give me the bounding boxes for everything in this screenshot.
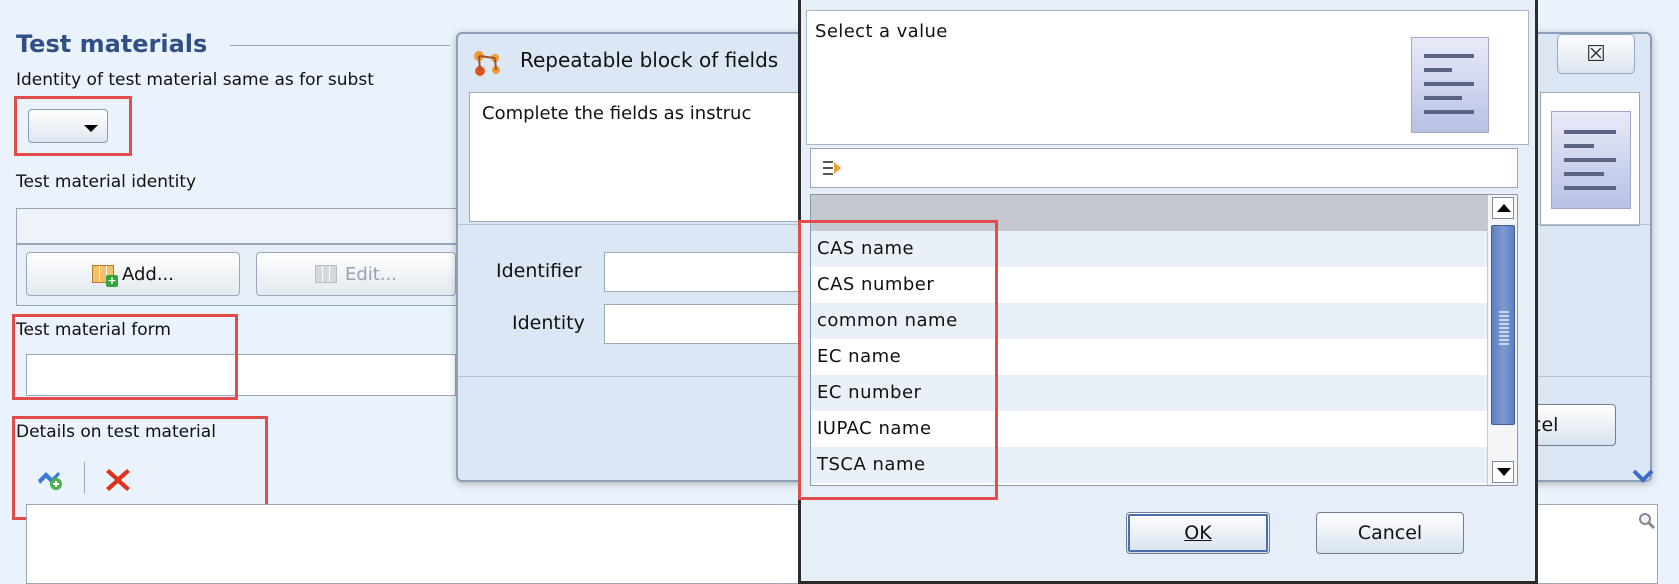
scroll-thumb[interactable]	[1491, 225, 1515, 425]
form-document-icon	[1411, 37, 1489, 133]
edit-button[interactable]: Edit...	[256, 252, 456, 296]
repeatable-dialog-title: Repeatable block of fields	[520, 48, 779, 72]
section-title: Test materials	[16, 30, 208, 58]
close-button[interactable]: ☒	[1557, 34, 1635, 74]
list-scrollbar[interactable]	[1487, 195, 1517, 485]
highlight-box-options	[798, 220, 998, 500]
identifier-label: Identifier	[496, 260, 582, 282]
section-divider	[230, 45, 450, 46]
add-grid-icon: +	[91, 265, 118, 287]
ok-button-label: OK	[1184, 522, 1212, 544]
ok-button[interactable]: OK	[1126, 512, 1270, 554]
identity-input[interactable]	[604, 304, 804, 344]
cancel-button[interactable]: Cancel	[1316, 512, 1464, 554]
chevron-down-icon	[84, 125, 98, 132]
highlight-box-form	[12, 314, 238, 400]
select-value-header: Select a value	[806, 10, 1529, 145]
identity-table-header	[16, 208, 464, 244]
app-logo-icon	[470, 48, 504, 78]
edit-grid-icon	[314, 265, 337, 283]
add-button[interactable]: + Add...	[26, 252, 240, 296]
magnifier-icon[interactable]	[1638, 512, 1656, 530]
scroll-up-button[interactable]	[1492, 197, 1514, 219]
identity-label: Test material identity	[16, 172, 197, 192]
arrow-up-icon	[1497, 204, 1511, 212]
identity-same-dropdown[interactable]	[28, 109, 108, 143]
filter-icon	[821, 157, 843, 184]
identifier-input[interactable]	[604, 252, 804, 292]
arrow-down-icon	[1497, 468, 1511, 476]
identity-field-label: Identity	[512, 312, 585, 334]
edit-button-label: Edit...	[344, 263, 398, 285]
chevron-down-icon[interactable]	[1632, 468, 1654, 483]
dialog-side-panel	[1540, 92, 1640, 226]
identity-same-label: Identity of test material same as for su…	[16, 70, 374, 90]
scroll-down-button[interactable]	[1492, 461, 1514, 483]
add-button-label: Add...	[121, 263, 174, 285]
cancel-button-label: Cancel	[1357, 522, 1423, 544]
filter-input[interactable]	[810, 148, 1518, 188]
close-icon: ☒	[1586, 41, 1606, 67]
form-document-icon	[1551, 111, 1631, 209]
